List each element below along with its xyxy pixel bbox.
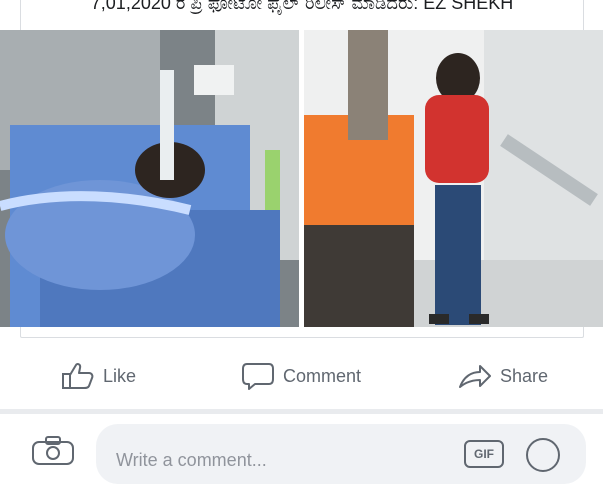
comment-composer: Write a comment... GIF [0, 414, 603, 484]
gif-button[interactable]: GIF [464, 440, 504, 468]
like-button[interactable]: Like [61, 350, 136, 402]
post-images[interactable] [0, 30, 603, 327]
share-button[interactable]: Share [458, 350, 548, 402]
emoji-icon[interactable] [526, 438, 560, 472]
post-actions: Like Comment Share [0, 350, 603, 402]
comment-button[interactable]: Comment [241, 350, 361, 402]
share-arrow-icon [459, 365, 491, 388]
post-caption: 7,01,2020 ರ ಪ್ರಿ ಫೋಟೋ ಫೈಲ್ ರಿಲೀಸ್ ಮಾಡಿದರ… [90, 0, 514, 13]
hospital-photo-art [0, 30, 299, 327]
comment-icon [242, 363, 274, 390]
comment-label: Comment [283, 365, 362, 386]
camera-icon[interactable] [30, 434, 76, 466]
hospital-photo[interactable] [0, 30, 299, 327]
thumbs-up-icon [62, 363, 94, 389]
portrait-photo[interactable] [304, 30, 603, 327]
comment-input[interactable]: Write a comment... GIF [96, 424, 586, 484]
portrait-photo-art [304, 30, 603, 327]
share-label: Share [500, 365, 549, 386]
comment-placeholder: Write a comment... [116, 450, 267, 470]
like-label: Like [103, 365, 137, 386]
